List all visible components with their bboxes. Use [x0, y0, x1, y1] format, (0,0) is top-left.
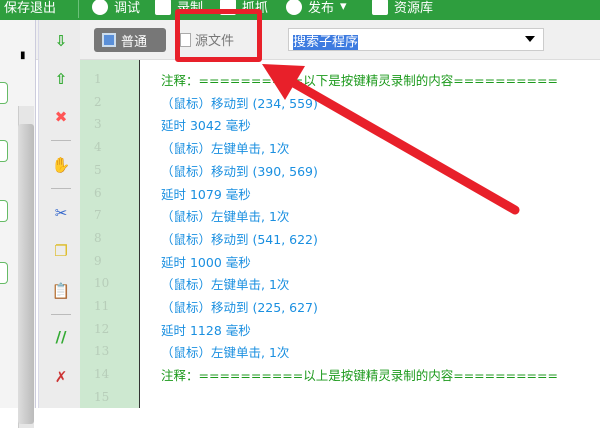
arrow-annotation — [262, 64, 520, 215]
